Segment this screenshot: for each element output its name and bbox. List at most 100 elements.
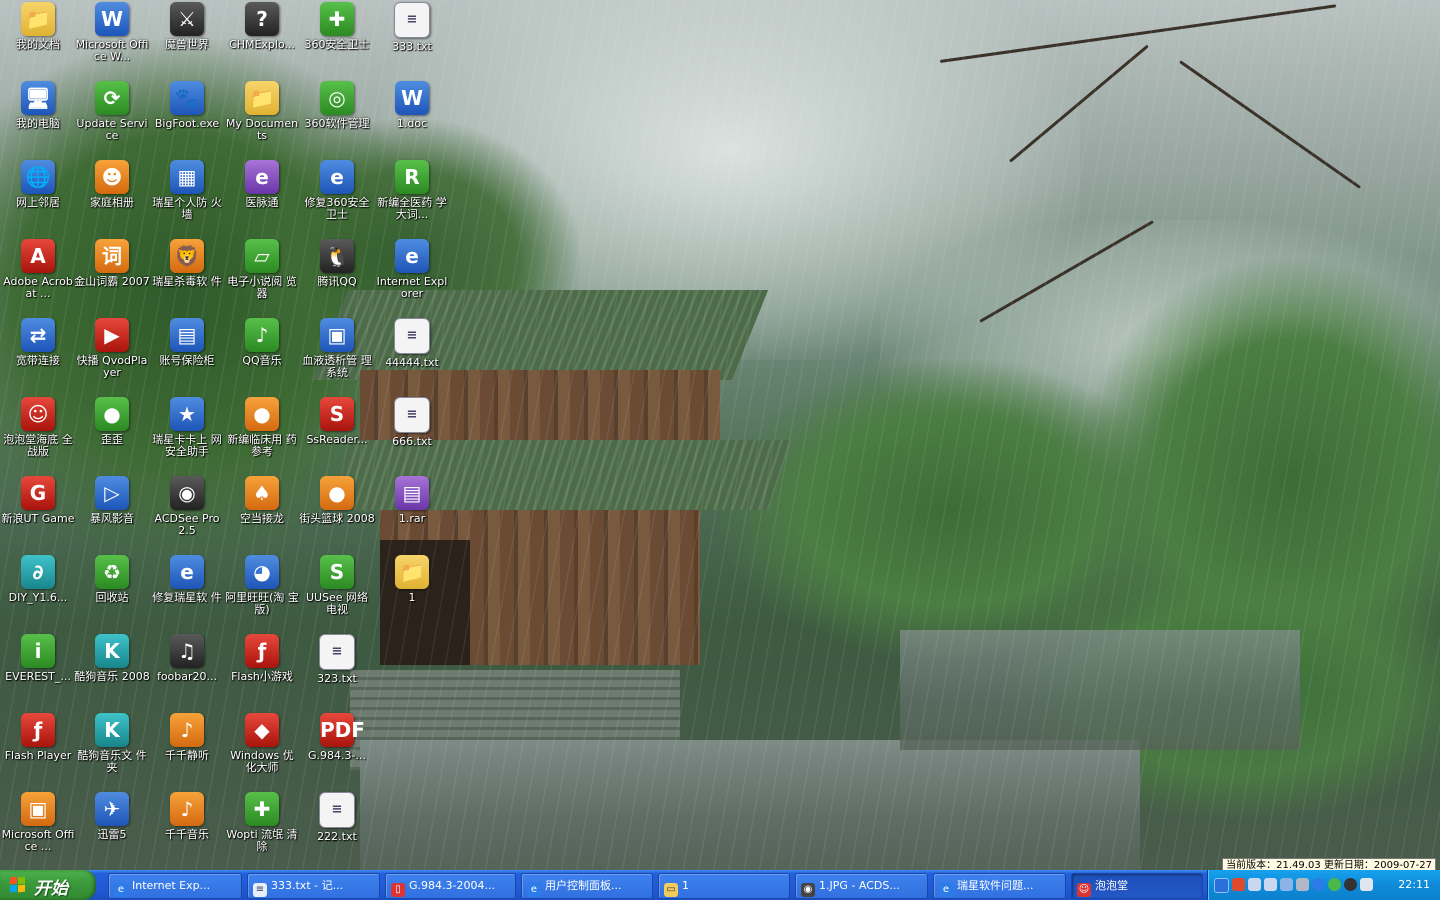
desktop-icon[interactable]: ● 街头篮球 2008 — [299, 476, 375, 525]
desktop-icon[interactable]: S UUSee 网络 电视 — [299, 555, 375, 616]
desktop-icon[interactable]: 🦁 瑞星杀毒软 件 — [149, 239, 225, 288]
ie-tray-icon[interactable] — [1312, 878, 1325, 891]
taskbar-button[interactable]: ≡ 333.txt - 记... — [247, 873, 380, 899]
desktop-icon[interactable]: ∂ DIY_Y1.6... — [0, 555, 76, 604]
desktop-icon[interactable]: 📁 我的文档 — [0, 2, 76, 51]
desktop-icon[interactable]: ◆ Windows 优 化大师 — [224, 713, 300, 774]
desktop-icon[interactable]: ☺ 泡泡堂海底 全战版 — [0, 397, 76, 458]
app-icon: ● — [245, 397, 279, 431]
desktop-icon[interactable]: S SsReader... — [299, 397, 375, 446]
desktop-icon[interactable]: ▣ 血液透析管 理系统 — [299, 318, 375, 379]
desktop-icon-label: 血液透析管 理系统 — [302, 354, 372, 379]
desktop-icon[interactable]: 🖥 我的电脑 — [0, 81, 76, 130]
desktop-icon[interactable]: ♪ QQ音乐 — [224, 318, 300, 367]
monitor-tray-icon[interactable] — [1280, 878, 1293, 891]
clock[interactable]: 22:11 — [1398, 870, 1430, 900]
desktop-icon[interactable]: e 修复360安全 卫士 — [299, 160, 375, 221]
taskbar-button[interactable]: e 瑞星软件问题... — [933, 873, 1066, 899]
desktop-icon[interactable]: i EVEREST_... — [0, 634, 76, 683]
desktop-icon[interactable]: 词金山词霸 2007 — [74, 239, 150, 288]
taskbar-button[interactable]: e Internet Exp... — [108, 873, 242, 899]
desktop-icon[interactable]: ♪ 千千音乐 — [149, 792, 225, 841]
desktop-icon[interactable]: ✚ 360安全卫士 — [299, 2, 375, 51]
desktop-icon[interactable]: ≡ 222.txt — [299, 792, 375, 843]
desktop-icon[interactable]: A Adobe Acrobat ... — [0, 239, 76, 300]
desktop-icon[interactable]: e 修复瑞星软 件 — [149, 555, 225, 604]
taskbar-button[interactable]: ▭ 1 — [658, 873, 790, 899]
desktop-icon[interactable]: ⇄ 宽带连接 — [0, 318, 76, 367]
taskbar-button[interactable]: ▯ G.984.3-2004... — [385, 873, 516, 899]
desktop-icon[interactable]: G 新浪UT Game — [0, 476, 76, 525]
desktop-icon[interactable]: ≡ 323.txt — [299, 634, 375, 685]
desktop-icon[interactable]: ▤ 账号保险柜 — [149, 318, 225, 367]
desktop-icon[interactable]: ◎ 360软件管理 — [299, 81, 375, 130]
desktop-icon-label: 我的文档 — [16, 38, 60, 51]
show-hidden-icons-icon[interactable] — [1214, 878, 1229, 893]
desktop-icon[interactable]: ⚔ 魔兽世界 — [149, 2, 225, 51]
desktop-icon[interactable]: ≡ 666.txt — [374, 397, 450, 448]
app-icon: ? — [245, 2, 279, 36]
desktop-icon[interactable]: 🐧 腾讯QQ — [299, 239, 375, 288]
desktop-icon[interactable]: ◉ ACDSee Pro 2.5 — [149, 476, 225, 537]
desktop-icon[interactable]: W 1.doc — [374, 81, 450, 130]
desktop-icon[interactable]: ● 歪歪 — [74, 397, 150, 446]
desktop-icon-label: 家庭相册 — [90, 196, 134, 209]
desktop-icon[interactable]: 🌐 网上邻居 — [0, 160, 76, 209]
desktop-icon[interactable]: ≡ 44444.txt — [374, 318, 450, 369]
network2-tray-icon[interactable] — [1264, 878, 1277, 891]
desktop-icon[interactable]: W Microsoft Office W... — [74, 2, 150, 63]
desktop-icon-label: Internet Explorer — [376, 275, 448, 300]
desktop-icon[interactable]: ƒ Flash Player — [0, 713, 76, 762]
desktop-icon[interactable]: ? CHMExplo... — [224, 2, 300, 51]
desktop-icon[interactable]: 📁 My Documents — [224, 81, 300, 142]
desktop-icon[interactable]: PDF G.984.3-... — [299, 713, 375, 762]
taskbar-button[interactable]: ☺ 泡泡堂 — [1071, 873, 1203, 899]
desktop-icon[interactable]: ƒ Flash小游戏 — [224, 634, 300, 683]
desktop-icon[interactable]: ☻ 家庭相册 — [74, 160, 150, 209]
desktop-icon-label: Update Service — [76, 117, 148, 142]
app-icon: ƒ — [21, 713, 55, 747]
desktop-icon[interactable]: e Internet Explorer — [374, 239, 450, 300]
desktop-icon[interactable]: K 酷狗音乐文 件夹 — [74, 713, 150, 774]
display-tray-icon[interactable] — [1296, 878, 1309, 891]
desktop-icon[interactable]: ▦ 瑞星个人防 火墙 — [149, 160, 225, 221]
rising-antivirus-tray-icon[interactable] — [1232, 878, 1245, 891]
desktop-icon[interactable]: R 新编全医药 学大词... — [374, 160, 450, 221]
app-icon: ≡ — [319, 792, 355, 828]
desktop-icon[interactable]: ♻ 回收站 — [74, 555, 150, 604]
desktop-icon[interactable]: 🐾 BigFoot.exe — [149, 81, 225, 130]
app-icon: PDF — [320, 713, 365, 747]
desktop-icon-label: 44444.txt — [385, 356, 439, 369]
desktop-icon[interactable]: ≡ 333.txt — [374, 2, 450, 53]
desktop-icon[interactable]: ♫ foobar20... — [149, 634, 225, 683]
qq-tray-icon[interactable] — [1344, 878, 1357, 891]
desktop-icon[interactable]: ● 新编临床用 药参考 — [224, 397, 300, 458]
network-tray-icon[interactable] — [1248, 878, 1261, 891]
desktop-icon[interactable]: K 酷狗音乐 2008 — [74, 634, 150, 683]
desktop-icon[interactable]: ▶ 快播 QvodPlayer — [74, 318, 150, 379]
desktop-icon[interactable]: ▱ 电子小说阅 览器 — [224, 239, 300, 300]
app-icon: ● — [320, 476, 354, 510]
desktop-icon-label: 瑞星个人防 火墙 — [152, 196, 222, 221]
desktop-icon[interactable]: ⟳ Update Service — [74, 81, 150, 142]
desktop-icon[interactable]: ♪ 千千静听 — [149, 713, 225, 762]
desktop-icon[interactable]: 📁 1 — [374, 555, 450, 604]
desktop-icon[interactable]: ✚ Wopti 流氓 清除 — [224, 792, 300, 853]
speaker-tray-icon[interactable] — [1360, 878, 1373, 891]
taskbar-button-icon: ◉ — [801, 883, 815, 897]
360-tray-icon[interactable] — [1328, 878, 1341, 891]
desktop-icon[interactable]: ✈ 迅雷5 — [74, 792, 150, 841]
desktop-icon[interactable]: e 医脉通 — [224, 160, 300, 209]
desktop-icon[interactable]: ▷ 暴风影音 — [74, 476, 150, 525]
desktop-icon[interactable]: ♠ 空当接龙 — [224, 476, 300, 525]
taskbar-button[interactable]: ◉ 1.JPG - ACDS... — [795, 873, 928, 899]
desktop-icon[interactable]: ▤ 1.rar — [374, 476, 450, 525]
desktop-icon[interactable]: ★ 瑞星卡卡上 网安全助手 — [149, 397, 225, 458]
desktop-icon-label: SsReader... — [306, 433, 368, 446]
start-button[interactable]: 开始 — [0, 870, 96, 900]
desktop-icon[interactable]: ▣ Microsoft Office ... — [0, 792, 76, 853]
taskbar-button[interactable]: e 用户控制面板... — [521, 873, 653, 899]
desktop-icon[interactable]: ◕ 阿里旺旺(淘 宝版) — [224, 555, 300, 616]
taskbar-button-icon: ≡ — [253, 883, 267, 897]
desktop-icon-label: 魔兽世界 — [165, 38, 209, 51]
